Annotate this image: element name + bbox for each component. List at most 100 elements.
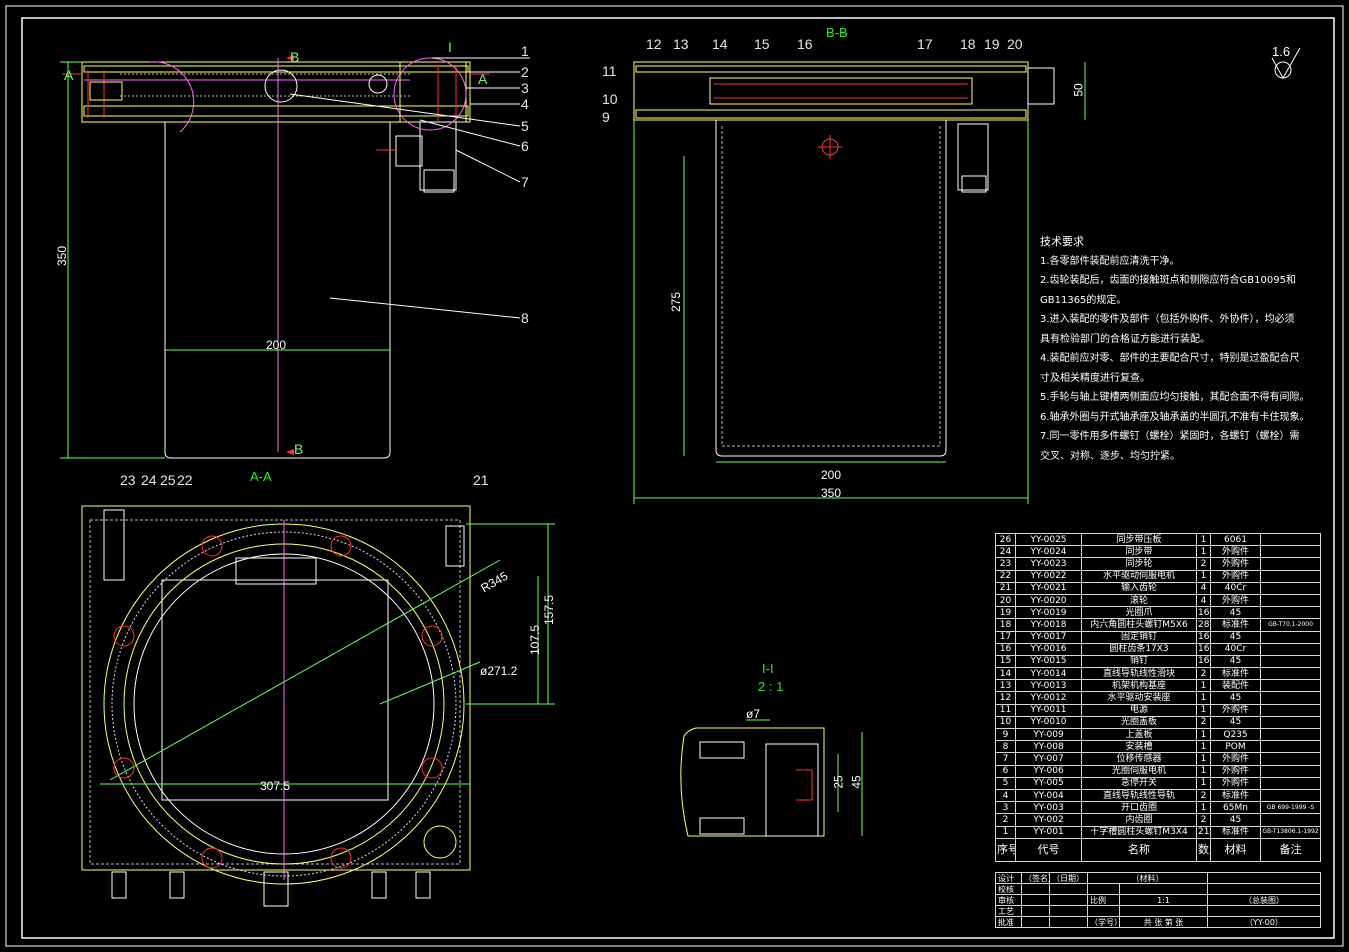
tb-scale-label: 比例: [1087, 894, 1120, 906]
bom-remark: [1260, 740, 1321, 754]
bom-material: 标准件: [1210, 667, 1261, 681]
bom-material: POM: [1210, 740, 1261, 754]
bom-material: 外购件: [1210, 569, 1261, 583]
bom-remark: [1260, 667, 1321, 681]
bom-qty: 4: [1196, 593, 1211, 608]
bom-material: 45: [1210, 606, 1261, 620]
bom-material: 45: [1210, 691, 1261, 705]
bom-code: YY-003: [1015, 801, 1082, 815]
balloon: 5: [521, 118, 529, 134]
note-line: 寸及相关精度进行复查。: [1040, 372, 1150, 384]
bom-remark: [1260, 630, 1321, 644]
bom-qty: 1: [1196, 801, 1211, 815]
bom-name: 水平驱动伺服电机: [1081, 569, 1197, 583]
bom-code: YY-0015: [1015, 654, 1082, 669]
bom-material: 外购件: [1210, 752, 1261, 766]
bom-no: 2: [995, 813, 1016, 827]
bom-name: 机架机构基座: [1081, 679, 1197, 693]
bom-name: 电源: [1081, 703, 1197, 717]
balloon: 10: [602, 91, 618, 107]
balloon: 17: [917, 36, 933, 52]
bom-qty: 1: [1196, 569, 1211, 583]
bom-remark: [1260, 642, 1321, 656]
bom-row: 9 YY-009 上盖板 1 Q235: [995, 727, 1321, 742]
bom-remark: [1260, 532, 1321, 547]
balloon: 2: [521, 64, 529, 80]
bom-remark: [1260, 557, 1321, 571]
note-line: 4.装配前应对零、部件的主要配合尺寸，特别是过盈配合尺: [1040, 353, 1300, 364]
bom-row: 22 YY-0022 水平驱动伺服电机 1 外购件: [995, 569, 1321, 583]
tb-sign: （签名）: [1021, 872, 1050, 884]
balloon: 12: [646, 36, 662, 52]
tb-code: （YY-00）: [1207, 916, 1321, 928]
bom-remark: [1260, 727, 1321, 742]
title-bb: B-B: [826, 25, 848, 40]
bom-code: YY-009: [1015, 727, 1082, 742]
bom-row: 12 YY-0012 水平驱动安装座 1 45: [995, 691, 1321, 705]
balloon: 14: [712, 36, 728, 52]
dim-d7: ø7: [746, 707, 761, 721]
bom-header-cell: 代号: [1015, 837, 1082, 862]
bom-code: YY-0013: [1015, 679, 1082, 693]
bom-remark: [1260, 691, 1321, 705]
bom-row: 16 YY-0016 圆柱齿条17X3 16 40Cr: [995, 642, 1321, 656]
bom-row: 13 YY-0013 机架机构基座 1 装配件: [995, 679, 1321, 693]
bom-material: 外购件: [1210, 557, 1261, 571]
bom-qty: 1: [1196, 679, 1211, 693]
bom-name: 同步带压板: [1081, 532, 1197, 547]
tb-material: （材料）: [1087, 872, 1208, 884]
tb-blank: [1049, 883, 1088, 895]
bom-row: 21 YY-0021 输入齿轮 4 40Cr: [995, 581, 1321, 595]
bom-qty: 16: [1196, 642, 1211, 656]
balloon: 6: [521, 138, 529, 154]
bom-code: YY-006: [1015, 764, 1082, 778]
bom-material: 6061: [1210, 532, 1261, 547]
bom-material: 45: [1210, 813, 1261, 827]
bom-no: 13: [995, 679, 1016, 693]
tb-blank: [1049, 894, 1088, 906]
balloon: 16: [797, 36, 813, 52]
bom-row: 19 YY-0019 光圈爪 16 45: [995, 606, 1321, 620]
tb-drawing-name: （总装图）: [1207, 894, 1321, 906]
bom-code: YY-0024: [1015, 545, 1082, 559]
bom-qty: 1: [1196, 703, 1211, 717]
bom-material: 45: [1210, 715, 1261, 730]
tb-design: 设计: [995, 872, 1022, 884]
tb-blank: [1049, 905, 1088, 917]
front-view: [60, 55, 530, 459]
title-block: 设计 （签名） （日期） （材料） 校核 审核 比例 1:1 （总装图） 工艺 …: [995, 872, 1321, 928]
bom-material: 外购件: [1210, 593, 1261, 608]
bom-row: 8 YY-008 安装槽 1 POM: [995, 740, 1321, 754]
tb-blank: [1049, 916, 1088, 928]
bom-material: 45: [1210, 654, 1261, 669]
tb-audit: 审核: [995, 894, 1022, 906]
bom-name: 开口齿圈: [1081, 801, 1197, 815]
bom-header-cell: 材料: [1210, 837, 1261, 862]
tb-school: （学号）: [1087, 916, 1120, 928]
tb-blank: [1119, 905, 1208, 917]
dim-275-bb: 275: [669, 291, 684, 313]
cut-a-left: A: [64, 67, 74, 83]
bom-header-cell: 序号: [995, 837, 1016, 862]
cut-b-bottom: B: [294, 441, 304, 457]
bom-remark: [1260, 679, 1321, 693]
tb-blank: [1021, 894, 1050, 906]
bom-remark: [1260, 788, 1321, 803]
tb-blank: [1087, 905, 1120, 917]
bom-material: 标准件: [1210, 825, 1261, 839]
bom-no: 6: [995, 764, 1016, 778]
balloon: 7: [521, 174, 529, 190]
title-detail: I-I: [762, 661, 774, 676]
bom-material: 40Cr: [1210, 642, 1261, 656]
note-line: GB11365的规定。: [1040, 294, 1127, 306]
bom-no: 1: [995, 825, 1016, 839]
bom-row: 1 YY-001 十字槽圆柱头螺钉M3X4 21 标准件 GB-T13806.1-1992: [995, 825, 1321, 839]
bom-code: YY-005: [1015, 776, 1082, 790]
bom-name: 光圈爪: [1081, 606, 1197, 620]
dim-200-bb: 200: [821, 468, 842, 482]
bom-remark: [1260, 581, 1321, 595]
bom-material: 装配件: [1210, 679, 1261, 693]
bom-no: 23: [995, 557, 1016, 571]
bom-qty: 2: [1196, 715, 1211, 730]
bom-qty: 16: [1196, 630, 1211, 644]
